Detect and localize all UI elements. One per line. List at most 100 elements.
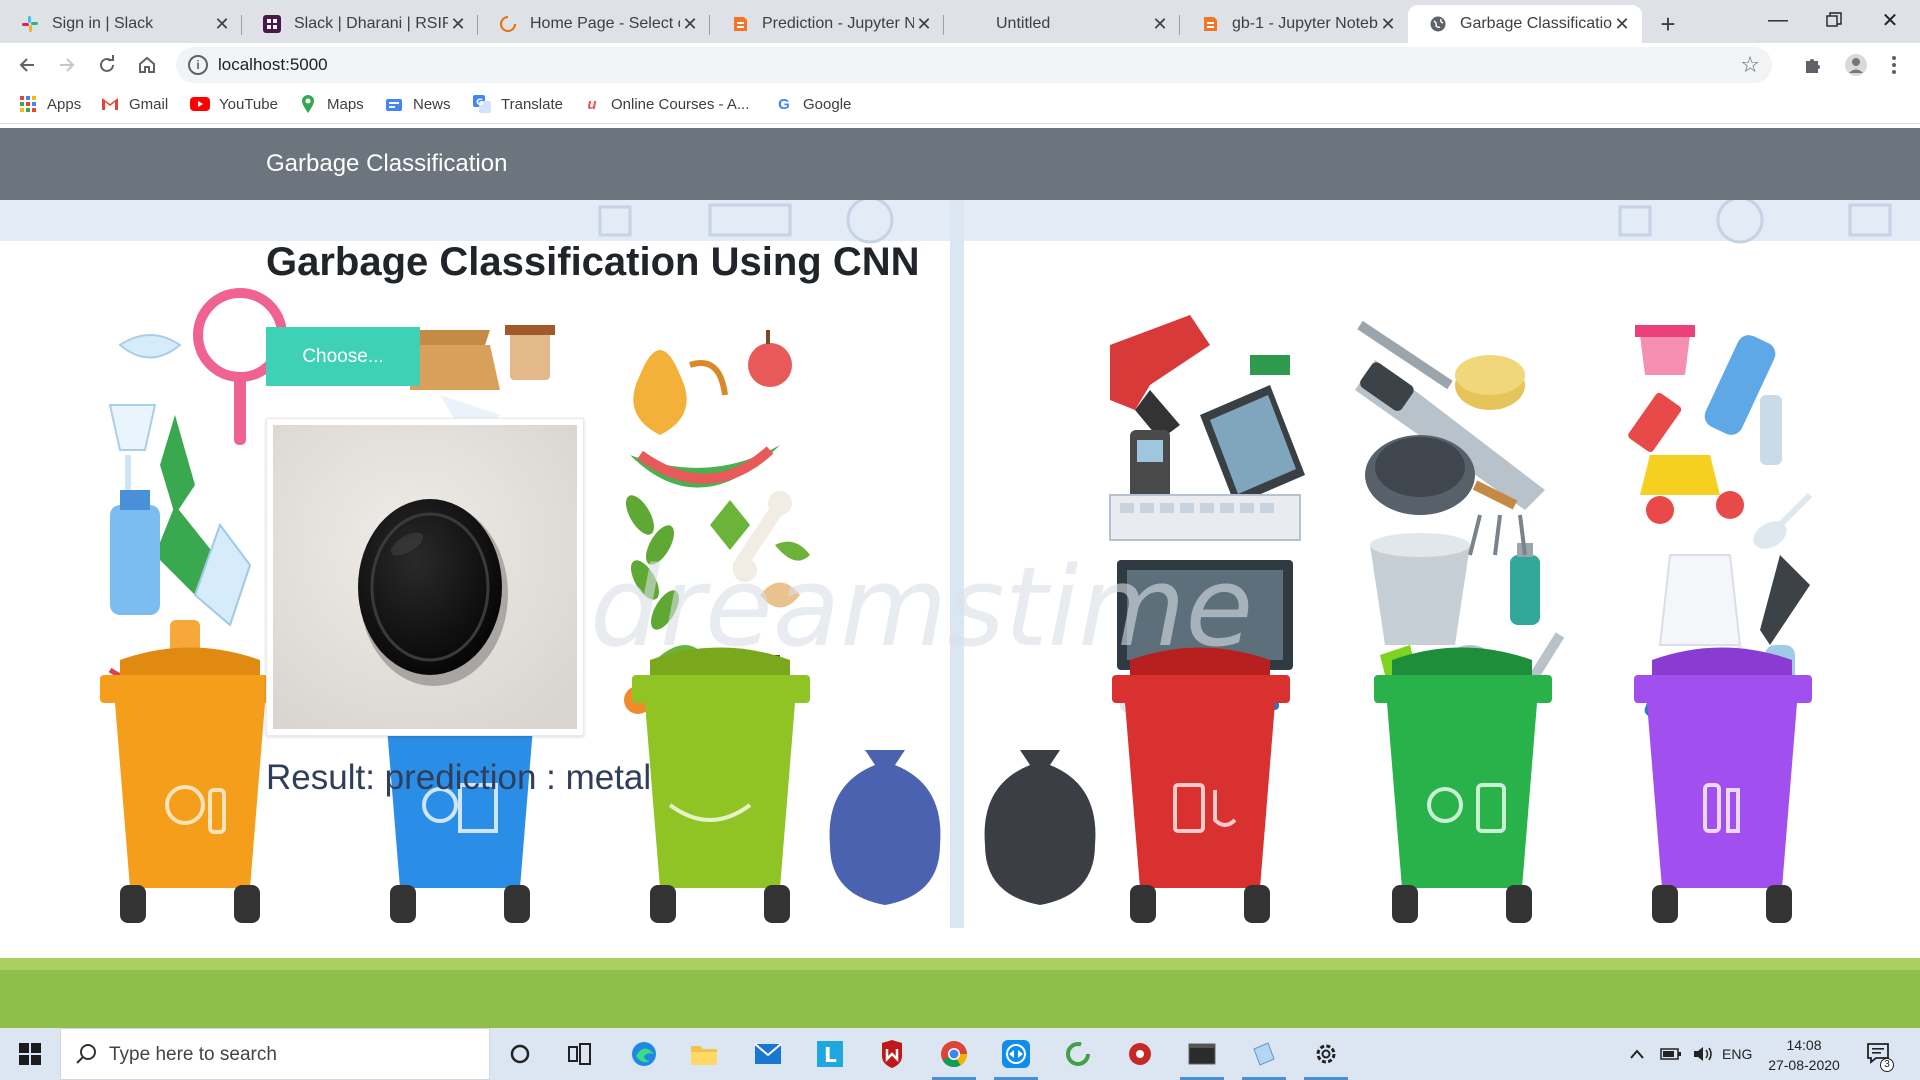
tab-title: Slack | Dharani | RSIP20 [294,15,448,32]
terminal-icon[interactable] [1174,1028,1230,1080]
notification-count: 3 [1880,1058,1894,1072]
close-icon[interactable]: ✕ [1150,14,1170,35]
extensions-puzzle-icon[interactable] [1796,49,1828,81]
tab-title: Untitled [996,15,1051,32]
page-content: dreamstime Garbage Classification Garbag… [0,125,1920,1028]
tab-slack-dharani[interactable]: Slack | Dharani | RSIP20 ✕ [242,5,478,43]
profile-avatar[interactable] [1840,49,1872,81]
task-view-icon[interactable] [552,1028,608,1080]
bookmark-label: Apps [47,95,82,113]
mcafee-icon[interactable] [864,1028,920,1080]
app-navbar: Garbage Classification [0,128,1920,200]
image-preview [266,418,584,736]
globe-icon [1428,14,1448,34]
minimize-button[interactable]: ― [1748,0,1808,40]
circle-app-icon[interactable] [1050,1028,1106,1080]
edge-icon[interactable] [616,1028,672,1080]
back-button[interactable] [11,49,43,81]
bookmark-label: Translate [501,95,563,113]
search-icon [76,1044,96,1064]
tab-untitled[interactable]: Untitled ✕ [944,5,1180,43]
windows-logo-icon [19,1043,41,1065]
svg-text:G: G [476,98,483,108]
browser-toolbar: i localhost:5000 ☆ [0,43,1920,87]
maps-icon [298,94,318,114]
new-tab-button[interactable]: + [1650,6,1686,42]
address-bar[interactable]: i localhost:5000 ☆ [176,47,1772,83]
file-explorer-icon[interactable] [676,1028,732,1080]
battery-icon[interactable] [1660,1028,1682,1080]
page-title: Garbage Classification Using CNN [266,240,920,284]
taskbar-clock[interactable]: 14:08 27-08-2020 [1756,1035,1852,1075]
close-icon[interactable]: ✕ [1612,14,1632,35]
navbar-brand[interactable]: Garbage Classification [266,150,507,178]
settings-icon[interactable] [1298,1028,1354,1080]
tab-strip: Sign in | Slack ✕ Slack | Dharani | RSIP… [0,0,1920,43]
bookmark-label: News [413,95,451,113]
start-button[interactable] [0,1028,60,1080]
url-text[interactable]: localhost:5000 [218,55,328,75]
bookmark-label: YouTube [219,95,278,113]
google-icon: G [778,95,790,113]
volume-icon[interactable] [1692,1028,1714,1080]
bookmark-google[interactable]: G Google [774,94,851,114]
home-button[interactable] [131,49,163,81]
reload-button[interactable] [91,49,123,81]
bookmark-label: Online Courses - A... [611,95,750,113]
bookmark-maps[interactable]: Maps [298,94,364,114]
tab-sign-in-slack[interactable]: Sign in | Slack ✕ [0,5,242,43]
bookmark-gmail[interactable]: Gmail [100,94,168,114]
input-language[interactable]: ENG [1722,1028,1752,1080]
close-icon[interactable]: ✕ [680,14,700,35]
bookmark-translate[interactable]: G Translate [472,94,563,114]
slack-workspace-icon [262,14,282,34]
slack-icon [20,14,40,34]
bookmark-news[interactable]: News [384,94,451,114]
tab-gb1-jupyter[interactable]: gb-1 - Jupyter Noteboo ✕ [1180,5,1408,43]
window-close-button[interactable]: ✕ [1860,0,1920,40]
notepad-icon[interactable] [1236,1028,1292,1080]
jupyter-icon [1200,14,1220,34]
bookmark-online-courses[interactable]: u Online Courses - A... [582,94,749,114]
bookmark-apps[interactable]: Apps [18,94,81,114]
jupyter-icon [730,14,750,34]
bookmark-label: Google [803,95,852,113]
forward-button[interactable] [51,49,83,81]
prediction-result: Result: prediction : metal [266,758,652,797]
bookmark-star-icon[interactable]: ☆ [1740,52,1760,78]
tab-title: gb-1 - Jupyter Noteboo [1232,15,1378,32]
browser-menu-icon[interactable] [1878,49,1910,81]
tab-garbage-classification[interactable]: Garbage Classification ✕ [1408,5,1642,43]
close-icon[interactable]: ✕ [914,14,934,35]
windows-taskbar: Type here to search L ENG 14:08 27-08-20… [0,1028,1920,1080]
tab-title: Sign in | Slack [52,15,154,32]
news-icon [384,94,404,114]
choose-file-button[interactable]: Choose... [266,327,420,386]
bookmark-label: Maps [327,95,364,113]
cortana-icon[interactable] [492,1028,548,1080]
l-app-icon[interactable]: L [802,1028,858,1080]
search-placeholder: Type here to search [109,1044,277,1065]
gmail-icon [100,94,120,114]
teamviewer-icon[interactable] [988,1028,1044,1080]
taskbar-search-box[interactable]: Type here to search [60,1028,490,1080]
notifications-icon[interactable]: 3 [1866,1028,1894,1080]
close-icon[interactable]: ✕ [1378,14,1398,35]
chrome-icon[interactable] [926,1028,982,1080]
translate-icon: G [472,94,492,114]
tab-title: Home Page - Select or [530,15,680,32]
media-app-icon[interactable] [1112,1028,1168,1080]
restore-button[interactable] [1804,0,1864,40]
bookmark-youtube[interactable]: YouTube [190,94,278,114]
show-hidden-icons-chevron-icon[interactable] [1630,1028,1644,1080]
clock-date: 27-08-2020 [1768,1057,1840,1073]
tab-home-page[interactable]: Home Page - Select or ✕ [478,5,710,43]
uploaded-image-black-lid [273,425,577,729]
mail-icon[interactable] [740,1028,796,1080]
tab-prediction-jupyter[interactable]: Prediction - Jupyter No ✕ [710,5,944,43]
site-info-icon[interactable]: i [188,55,208,75]
bookmark-label: Gmail [129,95,169,113]
close-icon[interactable]: ✕ [448,14,468,35]
close-icon[interactable]: ✕ [212,14,232,35]
bookmarks-bar: Apps Gmail YouTube Maps News G Translate… [0,87,1920,124]
